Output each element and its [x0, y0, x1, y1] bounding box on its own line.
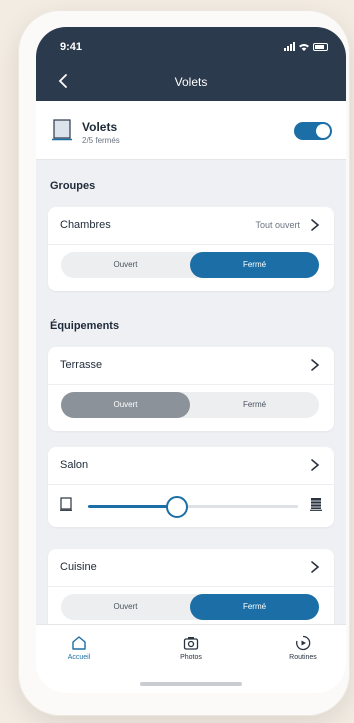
shutters-toggle[interactable] — [294, 122, 332, 140]
equipment-row-cuisine[interactable]: Cuisine — [48, 549, 334, 587]
chevron-right-icon[interactable] — [308, 217, 322, 233]
tab-photos[interactable]: Photos — [156, 635, 226, 661]
terrasse-open-option[interactable]: Ouvert — [61, 392, 190, 418]
equipment-row-salon[interactable]: Salon — [48, 447, 334, 485]
chambres-open-option[interactable]: Ouvert — [61, 252, 190, 278]
shutter-open-icon — [60, 497, 72, 511]
tab-label: Routines — [289, 654, 317, 661]
group-card-chambres: Chambres Tout ouvert Ouvert Fermé — [48, 207, 334, 291]
group-label: Chambres — [60, 219, 111, 231]
chevron-right-icon[interactable] — [308, 559, 322, 575]
tab-label: Accueil — [67, 654, 91, 661]
tab-label: Photos — [180, 654, 202, 661]
equipment-row-terrasse[interactable]: Terrasse — [48, 347, 334, 385]
shutters-title: Volets — [82, 120, 118, 134]
shutter-closed-icon — [310, 498, 322, 511]
tab-routines[interactable]: Routines — [268, 635, 338, 661]
header: 9:41 Volets — [36, 27, 346, 101]
terrasse-closed-option[interactable]: Fermé — [190, 392, 319, 418]
chevron-right-icon[interactable] — [308, 357, 322, 373]
toggle-knob — [316, 124, 330, 138]
terrasse-segmented-control: Ouvert Fermé — [61, 392, 319, 418]
equipment-card-terrasse: Terrasse Ouvert Fermé — [48, 347, 334, 431]
equipment-label: Terrasse — [60, 359, 103, 371]
groups-section-title: Groupes — [50, 180, 96, 192]
shutters-subtitle: 2/5 fermés — [82, 136, 120, 145]
chambres-closed-option[interactable]: Fermé — [190, 252, 319, 278]
routine-icon — [296, 635, 311, 651]
equipment-label: Salon — [60, 459, 89, 471]
shutter-icon — [52, 119, 72, 141]
group-state: Tout ouvert — [255, 220, 300, 230]
chambres-segmented-control: Ouvert Fermé — [61, 252, 319, 278]
signal-icon — [284, 42, 295, 51]
equipment-label: Cuisine — [60, 561, 97, 573]
tab-accueil[interactable]: Accueil — [44, 635, 114, 661]
cuisine-open-option[interactable]: Ouvert — [61, 594, 190, 620]
camera-icon — [183, 637, 199, 650]
equipment-card-salon: Salon — [48, 447, 334, 527]
shutters-master-card: Volets 2/5 fermés — [36, 101, 346, 160]
cuisine-closed-option[interactable]: Fermé — [190, 594, 319, 620]
slider-fill — [88, 505, 177, 508]
group-row-chambres[interactable]: Chambres Tout ouvert — [48, 207, 334, 245]
slider-thumb[interactable] — [166, 496, 189, 518]
app-screen: 9:41 Volets Volets 2/5 fermés Groupes Ch… — [36, 27, 346, 693]
cuisine-segmented-control: Ouvert Fermé — [61, 594, 319, 620]
salon-position-slider[interactable] — [88, 496, 298, 518]
home-icon — [72, 636, 86, 650]
battery-icon — [313, 43, 328, 51]
chevron-right-icon[interactable] — [308, 457, 322, 473]
salon-slider-row — [48, 485, 334, 525]
home-indicator — [140, 682, 242, 686]
status-icons — [284, 42, 328, 51]
status-time: 9:41 — [60, 41, 83, 53]
equipments-section-title: Équipements — [50, 320, 120, 332]
equipment-card-cuisine: Cuisine Ouvert Fermé — [48, 549, 334, 633]
bottom-tab-bar: Accueil Photos Routines — [36, 624, 346, 693]
page-title: Volets — [174, 75, 208, 89]
wifi-icon — [299, 44, 309, 51]
